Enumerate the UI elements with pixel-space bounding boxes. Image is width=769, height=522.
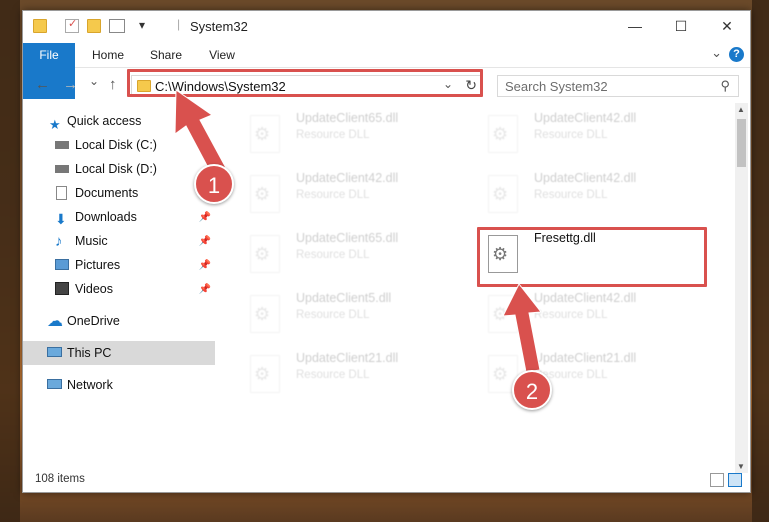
arrow-2	[502, 283, 542, 373]
arrow-1	[174, 89, 227, 176]
annotation-arrows	[174, 89, 542, 373]
step-1-badge: 1	[194, 164, 234, 204]
step-2-badge: 2	[512, 370, 552, 410]
